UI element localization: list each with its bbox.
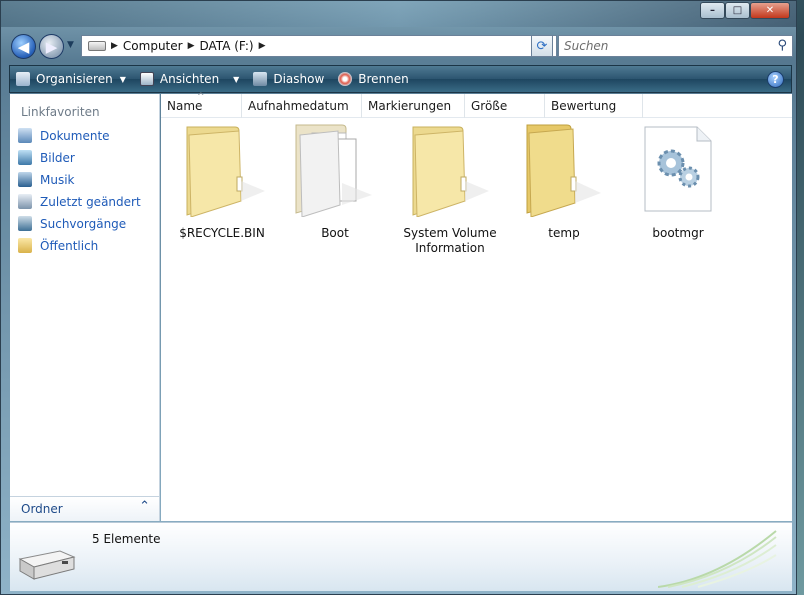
sidebar-item-recent[interactable]: Zuletzt geändert	[18, 194, 141, 209]
organize-menu-button[interactable]: Organisieren ▼	[16, 72, 126, 86]
close-button[interactable]: ✕	[750, 2, 790, 19]
dropdown-arrow-icon: ▼	[233, 74, 240, 84]
chevron-up-icon: ⌃	[139, 499, 150, 514]
column-header-rating[interactable]: Bewertung	[545, 94, 643, 118]
chevron-right-icon[interactable]: ▶	[111, 41, 118, 51]
forward-button[interactable]: ▶	[39, 34, 64, 59]
column-header-label: Aufnahmedatum	[248, 99, 349, 113]
column-header-name[interactable]: Name ^	[161, 92, 242, 118]
organize-label: Organisieren	[36, 72, 113, 86]
explorer-window: – □ ✕ ◀ ▶ ▼ ▶ Computer ▶ DATA (F:) ▶ ▼ ⟳…	[0, 0, 797, 595]
sidebar-item-label: Zuletzt geändert	[40, 194, 141, 209]
chevron-right-icon[interactable]: ▶	[188, 41, 195, 51]
open-folder-icon	[526, 124, 601, 218]
recent-pages-dropdown[interactable]: ▼	[67, 40, 74, 50]
column-header-tags[interactable]: Markierungen	[362, 94, 465, 118]
dropdown-arrow-icon: ▼	[119, 74, 126, 84]
sort-ascending-icon: ^	[197, 92, 205, 102]
item-count: 5 Elemente	[92, 532, 161, 546]
file-item[interactable]: bootmgr	[625, 121, 731, 241]
search-icon[interactable]: ⚲	[777, 38, 787, 53]
forward-arrow-icon: ▶	[45, 37, 58, 56]
burn-disc-icon	[338, 72, 353, 86]
folders-toggle[interactable]: Ordner ⌃	[10, 496, 159, 521]
sidebar-item-searches[interactable]: Suchvorgänge	[18, 216, 126, 231]
file-item[interactable]: $RECYCLE.BIN	[169, 121, 275, 241]
burn-button[interactable]: Brennen	[338, 72, 409, 86]
drive-icon	[18, 550, 76, 580]
column-header-label: Bewertung	[551, 99, 617, 113]
sidebar-item-music[interactable]: Musik	[18, 172, 75, 187]
folder-icon	[186, 126, 265, 218]
column-header-size[interactable]: Größe	[465, 94, 545, 118]
sidebar-item-pictures[interactable]: Bilder	[18, 150, 75, 165]
music-icon	[18, 172, 32, 187]
chevron-right-icon[interactable]: ▶	[259, 41, 266, 51]
system-file-gears-icon	[644, 126, 712, 212]
file-name: $RECYCLE.BIN	[179, 226, 265, 240]
sidebar-item-documents[interactable]: Dokumente	[18, 128, 110, 143]
column-header-date[interactable]: Aufnahmedatum	[242, 94, 362, 118]
back-button[interactable]: ◀	[11, 34, 36, 59]
views-icon	[139, 72, 154, 86]
window-controls: – □ ✕	[700, 2, 790, 19]
drive-small-icon	[88, 41, 106, 51]
recent-icon	[18, 194, 32, 209]
navigation-pane: Linkfavoriten Dokumente Bilder Musik Zul…	[10, 94, 160, 521]
sidebar-item-label: Dokumente	[40, 128, 110, 143]
file-item[interactable]: System Volume Information	[397, 121, 503, 256]
help-icon[interactable]: ?	[767, 71, 784, 88]
title-bar[interactable]: – □ ✕	[1, 1, 796, 27]
sidebar-item-label: Suchvorgänge	[40, 216, 127, 231]
file-item[interactable]: Boot	[282, 121, 388, 241]
slideshow-icon	[253, 72, 268, 86]
views-label: Ansichten	[159, 72, 220, 86]
search-placeholder: Suchen	[564, 39, 609, 53]
folders-label: Ordner	[21, 502, 63, 516]
address-row: ◀ ▶ ▼ ▶ Computer ▶ DATA (F:) ▶ ▼ ⟳ Suche…	[11, 32, 793, 60]
details-pane: 5 Elemente	[10, 522, 792, 591]
file-name: Boot	[321, 226, 349, 240]
column-header-label: Größe	[471, 99, 508, 113]
slideshow-button[interactable]: Diashow	[253, 72, 324, 86]
column-header-label: Markierungen	[368, 99, 452, 113]
sidebar-item-public[interactable]: Öffentlich	[18, 238, 98, 253]
public-folder-icon	[18, 238, 32, 253]
file-list[interactable]: Name ^ Aufnahmedatum Markierungen Größe …	[161, 92, 792, 521]
views-menu-button[interactable]: Ansichten ▼	[139, 72, 240, 86]
breadcrumb-drive[interactable]: DATA (F:)	[200, 39, 254, 53]
burn-label: Brennen	[358, 72, 409, 86]
minimize-button[interactable]: –	[700, 2, 725, 19]
searches-icon	[18, 216, 32, 231]
back-arrow-icon: ◀	[17, 37, 30, 56]
column-headers: Name ^ Aufnahmedatum Markierungen Größe …	[161, 92, 792, 118]
file-name: temp	[548, 226, 580, 240]
refresh-button[interactable]: ⟳	[531, 35, 553, 57]
file-name: System Volume Information	[403, 226, 497, 255]
breadcrumb-computer[interactable]: Computer	[123, 39, 183, 53]
decorative-swoosh	[658, 530, 777, 588]
refresh-icon: ⟳	[536, 38, 548, 54]
slideshow-label: Diashow	[273, 72, 325, 86]
favorite-links-heading: Linkfavoriten	[21, 105, 100, 119]
documents-icon	[18, 128, 32, 143]
sidebar-item-label: Öffentlich	[40, 238, 99, 253]
sidebar-item-label: Bilder	[40, 150, 75, 165]
pictures-icon	[18, 150, 32, 165]
sidebar-item-label: Musik	[40, 172, 75, 187]
file-name: bootmgr	[652, 226, 704, 240]
organize-icon	[16, 72, 30, 86]
folder-icon	[412, 126, 489, 218]
search-input[interactable]: Suchen ⚲	[558, 35, 793, 57]
folder-with-documents-icon	[295, 124, 372, 218]
command-bar: Organisieren ▼ Ansichten ▼ Diashow Brenn…	[9, 65, 792, 93]
address-bar[interactable]: ▶ Computer ▶ DATA (F:) ▶ ▼	[81, 35, 557, 57]
maximize-button[interactable]: □	[725, 2, 750, 19]
file-item[interactable]: temp	[511, 121, 617, 241]
